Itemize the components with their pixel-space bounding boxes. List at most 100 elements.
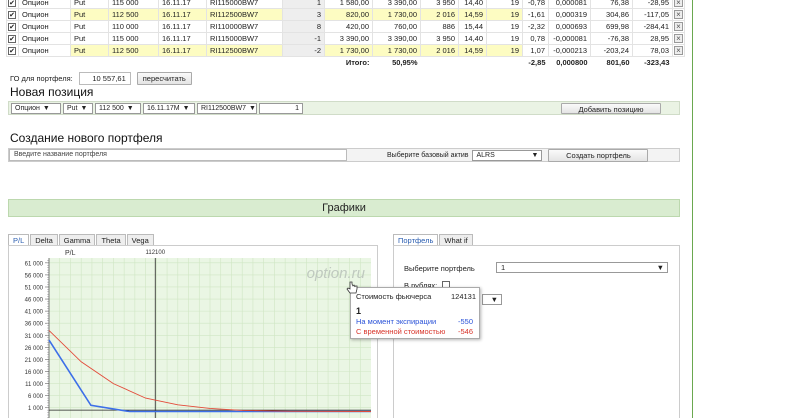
delete-row-icon[interactable]: × — [674, 22, 683, 31]
cell-qty[interactable]: 8 — [282, 20, 325, 33]
cell-type: Опцион — [18, 20, 71, 33]
cell-c12: 1,07 — [522, 44, 549, 57]
empty-cell — [7, 57, 19, 69]
cell-kind: Put — [70, 20, 109, 33]
delete-row-icon[interactable]: × — [674, 46, 683, 55]
portfolio-name-input[interactable]: Введите название портфеля — [9, 149, 347, 161]
date-select[interactable]: 16.11.17M ▼ — [143, 102, 195, 114]
cell-price: 3 390,00 — [324, 32, 373, 45]
cell-c12: 0,78 — [522, 32, 549, 45]
pl-chart-panel[interactable]: 61 000 56 000 51 000 46 000 41 000 36 000 31 0… — [8, 245, 378, 418]
row-checkbox[interactable]: ✔ — [8, 47, 16, 55]
qty-input[interactable]: 1 — [259, 102, 303, 114]
empty-cell — [109, 57, 159, 69]
cell-theo: 3 390,00 — [372, 32, 421, 45]
pl-chart[interactable]: 61 000 56 000 51 000 46 000 41 000 36 000 31 0… — [9, 246, 378, 418]
cell-c13: 0,000319 — [548, 8, 591, 21]
row-checkbox[interactable]: ✔ — [8, 0, 16, 7]
cell-type: Опцион — [18, 0, 71, 9]
empty-cell — [459, 57, 487, 69]
cell-c15: -284,41 — [632, 20, 673, 33]
total-c12: -2,85 — [528, 58, 546, 68]
type-select[interactable]: Опцион ▼ — [11, 102, 61, 114]
cell-c10: 14,59 — [458, 44, 487, 57]
cell-strike: 115 000 — [108, 0, 159, 9]
cell-price: 1 580,00 — [324, 0, 373, 9]
cell-c10: 15,44 — [458, 20, 487, 33]
cell-kind: Put — [70, 8, 109, 21]
futures-price-label: 112100 — [145, 250, 165, 256]
empty-cell — [71, 57, 109, 69]
cell-c9: 3 950 — [420, 32, 459, 45]
y-tick-label: 11 000 — [25, 382, 44, 388]
cell-c11: 19 — [486, 44, 523, 57]
cell-type: Опцион — [18, 44, 71, 57]
y-axis-label: P/L — [65, 250, 76, 257]
y-tick-label: 56 000 — [25, 273, 44, 279]
tooltip-time-label: С временной стоимостью — [356, 327, 446, 336]
total-label: Итого: — [345, 58, 370, 68]
chevron-down-icon: ▼ — [126, 104, 134, 112]
cell-c15: 78,03 — [632, 44, 673, 57]
cell-price: 420,00 — [324, 20, 373, 33]
row-checkbox[interactable]: ✔ — [8, 11, 16, 19]
cell-strike: 110 000 — [108, 20, 159, 33]
y-tick-label: 31 000 — [25, 334, 44, 340]
cell-c11: 19 — [486, 8, 523, 21]
cell-c9: 886 — [420, 20, 459, 33]
cell-qty[interactable]: -2 — [282, 44, 325, 57]
base-asset-select[interactable]: ALRS ▼ — [472, 149, 543, 161]
cell-ticker: RI110000BW7 — [206, 20, 283, 33]
delete-row-icon[interactable]: × — [674, 10, 683, 19]
cell-c9: 2 016 — [420, 44, 459, 57]
cell-c12: -1,61 — [522, 8, 549, 21]
portfolio-select[interactable]: 1 ▼ — [496, 262, 668, 273]
cell-price: 1 730,00 — [324, 44, 373, 57]
y-tick-label: 6 000 — [28, 394, 44, 400]
table-row: ✔ Опцион Put 112 500 16.11.17 RI112500BW7 -2 1 … — [6, 44, 685, 57]
y-tick-label: 1 000 — [28, 406, 44, 412]
cell-kind: Put — [70, 44, 109, 57]
cell-qty[interactable]: 3 — [282, 8, 325, 21]
total-c13: 0,000800 — [556, 58, 588, 68]
tooltip-expiry-label: На момент экспирации — [356, 317, 437, 326]
cell-c15: -28,95 — [632, 0, 673, 9]
create-portfolio-button[interactable]: Создать портфель — [548, 148, 649, 162]
cell-qty[interactable]: 1 — [282, 0, 325, 9]
base-asset-label: Выберите базовый актив — [387, 151, 469, 159]
cell-c10: 14,40 — [458, 0, 487, 9]
table-row: ✔ Опцион Put 110 000 16.11.17 RI110000BW7 8 420… — [6, 20, 685, 33]
new-position-bar: Опцион ▼ Put ▼ 112 500 ▼ 16.11.17M ▼ RI11250… — [8, 101, 680, 115]
chevron-down-icon: ▼ — [182, 104, 190, 112]
strike-select-value: 112 500 — [99, 104, 124, 112]
portfolio-select-value: 1 — [501, 263, 506, 272]
table-row: ✔ Опцион Put 115 000 16.11.17 RI115000BW7 -1 3 … — [6, 32, 685, 45]
cell-price: 820,00 — [324, 8, 373, 21]
total-pct: 50,95% — [392, 58, 418, 68]
row-checkbox[interactable]: ✔ — [8, 35, 16, 43]
row-checkbox[interactable]: ✔ — [8, 23, 16, 31]
cell-c14: 304,86 — [590, 8, 633, 21]
cell-c13: -0,000081 — [548, 32, 591, 45]
recalc-button[interactable]: пересчитать — [136, 72, 192, 85]
cell-qty[interactable]: -1 — [282, 32, 325, 45]
kind-select[interactable]: Put ▼ — [63, 102, 93, 114]
cell-theo: 1 730,00 — [372, 8, 421, 21]
mode-select[interactable]: ▼ — [482, 294, 502, 305]
cell-c9: 3 950 — [420, 0, 459, 9]
row-checkbox-cell: ✔ — [6, 44, 19, 57]
graphs-header: Графики — [8, 199, 680, 217]
new-portfolio-title: Создание нового портфеля — [10, 131, 163, 145]
ticker-select[interactable]: RI112500BW7 ▼ — [197, 102, 257, 114]
cell-c11: 19 — [486, 0, 523, 9]
strike-select[interactable]: 112 500 ▼ — [95, 102, 141, 114]
delete-row-icon[interactable]: × — [674, 0, 683, 7]
go-row: ГО для портфеля: 10 557,61 пересчитать — [10, 72, 192, 85]
go-value[interactable]: 10 557,61 — [78, 72, 131, 85]
tooltip-expiry-value: -550 — [458, 317, 474, 326]
base-asset-value: ALRS — [476, 151, 495, 159]
add-position-button[interactable]: Добавить позицию — [561, 103, 661, 114]
cell-c12: -0,78 — [522, 0, 549, 9]
cell-c10: 14,59 — [458, 8, 487, 21]
delete-row-icon[interactable]: × — [674, 34, 683, 43]
